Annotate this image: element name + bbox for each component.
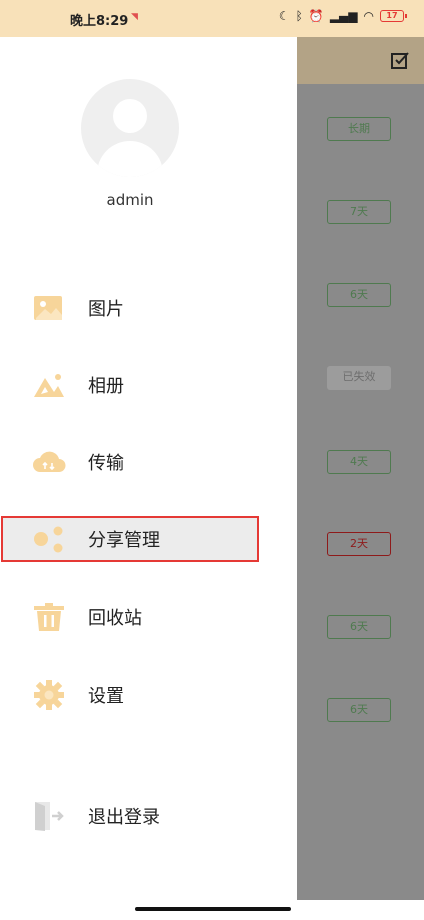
- wifi-icon: ◠: [363, 9, 374, 23]
- expiry-badge: 7天: [327, 200, 391, 224]
- navigation-bar: [0, 900, 424, 920]
- avatar[interactable]: [81, 79, 179, 177]
- moon-icon: ☾: [278, 9, 290, 23]
- expiry-badge: 6天: [327, 698, 391, 722]
- alarm-icon: ⏰: [308, 9, 324, 23]
- expiry-badge: 2天: [327, 532, 391, 556]
- cloud-icon: [33, 451, 66, 472]
- trash-icon: [34, 603, 64, 631]
- menu-label: 传输: [88, 453, 124, 474]
- menu-label: 相册: [88, 376, 124, 397]
- album-icon: [34, 374, 64, 397]
- menu-label: 退出登录: [88, 807, 160, 828]
- menu-item-logout[interactable]: 退出登录: [0, 787, 297, 845]
- expiry-badge: 4天: [327, 450, 391, 474]
- avatar-head: [113, 99, 147, 133]
- menu-label: 设置: [88, 686, 124, 707]
- signal-icon: ▂▄▆: [329, 9, 358, 23]
- expiry-badge: 6天: [327, 615, 391, 639]
- battery-icon: 17: [380, 10, 407, 22]
- background-page: 长期 7天 6天 已失效 4天 2天 6天 6天: [297, 37, 424, 900]
- menu-label: 回收站: [88, 608, 142, 629]
- menu-item-share-management[interactable]: 分享管理: [1, 516, 259, 562]
- username: admin: [106, 191, 154, 209]
- menu-label: 图片: [88, 299, 124, 320]
- share-icon: [34, 526, 63, 553]
- menu-item-album[interactable]: 相册: [0, 356, 297, 414]
- image-icon: [34, 296, 62, 320]
- status-time: 晚上8:29: [70, 14, 129, 29]
- expiry-badge: 6天: [327, 283, 391, 307]
- navigation-drawer: admin 图片 相册 传输 分享管理 回收站 设置 退出登录: [0, 37, 297, 900]
- bluetooth-icon: ᛒ: [295, 9, 303, 23]
- checkbox-icon: [391, 52, 409, 69]
- notification-icon: ◥: [131, 12, 138, 22]
- menu-label: 分享管理: [88, 530, 160, 551]
- menu-item-pictures[interactable]: 图片: [0, 279, 297, 337]
- gear-icon: [34, 680, 64, 710]
- menu-item-settings[interactable]: 设置: [0, 666, 297, 724]
- status-bar: 晚上8:29 ◥ ☾ ᛒ ⏰ ▂▄▆ ◠ 17: [0, 0, 424, 37]
- logout-icon: [35, 802, 64, 831]
- status-icons: ☾ ᛒ ⏰ ▂▄▆ ◠ 17: [278, 9, 407, 23]
- expiry-badge: 已失效: [327, 366, 391, 390]
- home-indicator[interactable]: [135, 907, 291, 911]
- menu-item-recycle-bin[interactable]: 回收站: [0, 588, 297, 646]
- background-toolbar: [297, 37, 424, 84]
- menu-item-transfer[interactable]: 传输: [0, 433, 297, 491]
- avatar-body: [97, 141, 163, 177]
- expiry-badge: 长期: [327, 117, 391, 141]
